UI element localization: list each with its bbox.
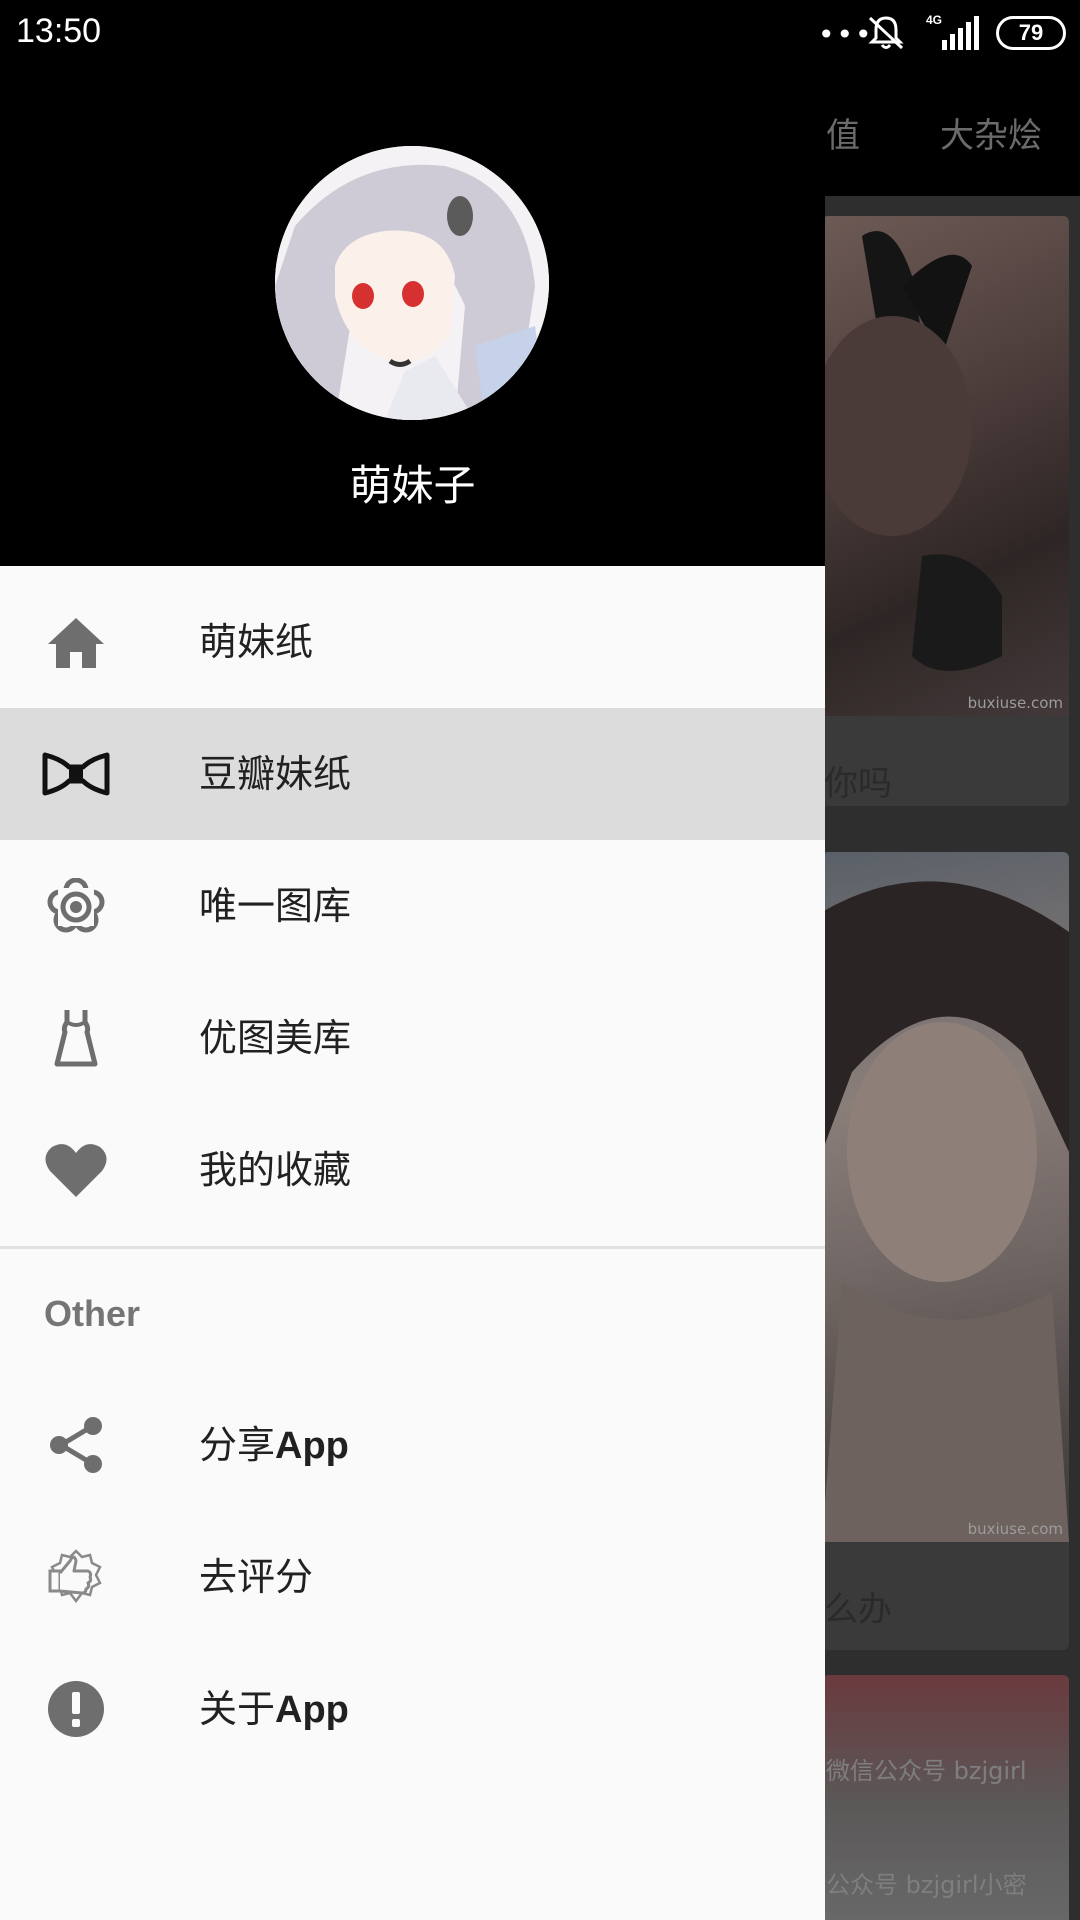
share-icon	[40, 1413, 112, 1477]
menu-item-label: 我的收藏	[199, 1148, 352, 1192]
menu-item-label: 去评分	[199, 1555, 314, 1599]
menu-item-meng-mei-zhi[interactable]: 萌妹纸	[0, 576, 825, 708]
card-watermark: 微信公众号 bzjgirl	[826, 1757, 1027, 1785]
background-image-card[interactable]: 微信公众号 bzjgirl 公众号 bzjgirl小密	[822, 1675, 1069, 1920]
user-name: 萌妹子	[349, 461, 476, 510]
menu-item-label: 关于App	[199, 1687, 349, 1731]
card-caption: 你吗	[824, 764, 892, 804]
card-watermark: 公众号 bzjgirl小密	[826, 1871, 1027, 1899]
menu-item-share-app[interactable]: 分享App	[0, 1379, 825, 1511]
card-watermark: buxiuse.com	[967, 694, 1063, 712]
card-photo	[822, 216, 1069, 716]
avatar-illustration	[275, 146, 549, 420]
flower-icon	[40, 874, 112, 938]
status-time: 13:50	[16, 12, 102, 50]
background-tab[interactable]: 值	[826, 108, 860, 157]
navigation-drawer: 萌妹子 萌妹纸 豆瓣妹纸 唯一图库 优图美库 我的收藏 Other 分享App …	[0, 0, 825, 1920]
info-icon	[40, 1677, 112, 1741]
background-image-card[interactable]: buxiuse.com 你吗	[822, 216, 1069, 806]
section-title-other: Other	[44, 1293, 141, 1334]
menu-item-label: 萌妹纸	[199, 620, 314, 664]
battery-indicator: 79	[996, 16, 1066, 50]
card-watermark: buxiuse.com	[967, 1520, 1063, 1538]
menu-item-wei-yi-tu-ku[interactable]: 唯一图库	[0, 840, 825, 972]
menu-item-label: 豆瓣妹纸	[199, 752, 352, 796]
thumbs-up-badge-icon	[40, 1545, 112, 1609]
menu-item-rate-app[interactable]: 去评分	[0, 1511, 825, 1643]
card-photo-shape	[822, 881, 1069, 1542]
background-tab[interactable]: 大杂烩	[940, 108, 1042, 157]
cellular-signal-icon: 4G	[926, 13, 979, 50]
drawer-menu: 萌妹纸 豆瓣妹纸 唯一图库 优图美库 我的收藏 Other 分享App 去评分 …	[0, 566, 825, 1775]
dress-icon	[40, 1006, 112, 1070]
card-caption: 么办	[824, 1590, 892, 1630]
avatar[interactable]	[275, 146, 549, 420]
home-icon	[40, 610, 112, 674]
drawer-header: 萌妹子	[0, 0, 825, 566]
card-photo-shape	[822, 231, 1002, 671]
card-photo	[822, 852, 1069, 1542]
menu-item-wo-de-shou-cang[interactable]: 我的收藏	[0, 1104, 825, 1236]
network-type-label: 4G	[926, 13, 942, 27]
menu-item-label: 分享App	[199, 1423, 349, 1467]
menu-item-douban-mei-zhi[interactable]: 豆瓣妹纸	[0, 708, 825, 840]
menu-item-about-app[interactable]: 关于App	[0, 1643, 825, 1775]
menu-item-label: 优图美库	[199, 1016, 352, 1060]
background-image-card[interactable]: buxiuse.com 么办	[822, 852, 1069, 1650]
status-bar: 13:50 ••• 4G 79	[0, 0, 1080, 68]
mute-bell-icon	[868, 16, 904, 50]
bow-tie-icon	[40, 742, 112, 806]
menu-item-label: 唯一图库	[199, 884, 352, 928]
heart-icon	[40, 1138, 112, 1202]
menu-item-you-tu-mei-ku[interactable]: 优图美库	[0, 972, 825, 1104]
